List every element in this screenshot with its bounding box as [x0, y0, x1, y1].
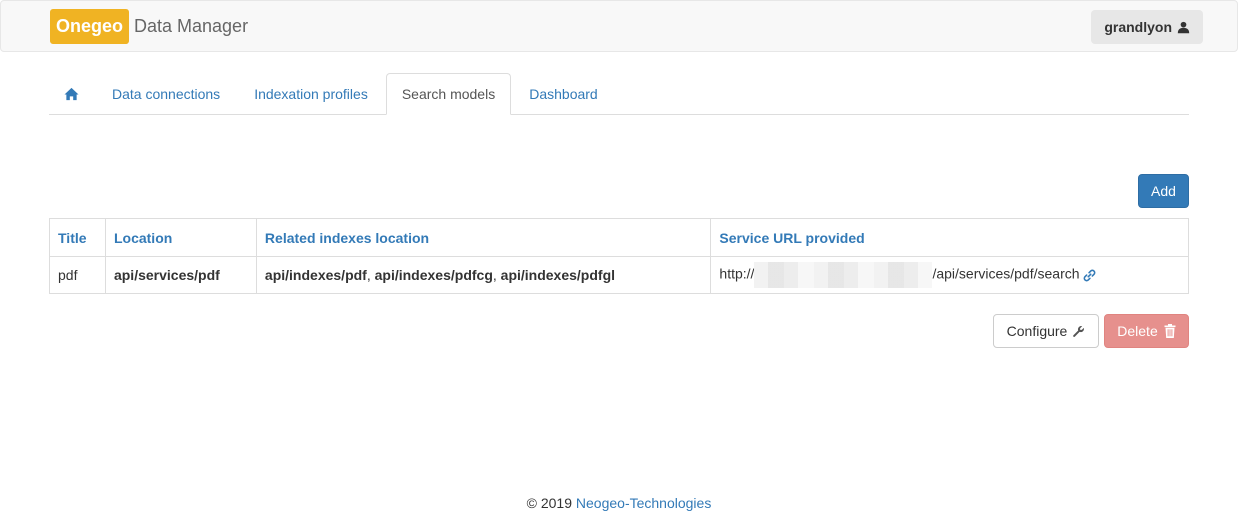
- user-icon: [1177, 21, 1190, 33]
- column-header-service-url[interactable]: Service URL provided: [710, 218, 1189, 257]
- column-header-location[interactable]: Location: [104, 218, 257, 257]
- configure-button[interactable]: Configure: [993, 314, 1099, 348]
- main-tabs: Data connections Indexation profiles Sea…: [49, 73, 1189, 115]
- url-prefix: http://: [719, 265, 755, 282]
- delete-label: Delete: [1117, 323, 1158, 339]
- footer: © 2019 Neogeo-Technologies: [0, 495, 1238, 511]
- redacted-host: [754, 262, 933, 288]
- user-menu-button[interactable]: grandlyon: [1091, 10, 1203, 44]
- related-separator: ,: [366, 267, 375, 283]
- tab-indexation-profiles[interactable]: Indexation profiles: [238, 73, 384, 115]
- related-index: api/indexes/pdf: [264, 267, 367, 283]
- table-header-row: Title Location Related indexes location …: [49, 218, 1189, 257]
- related-index: api/indexes/pdfcg: [374, 267, 493, 283]
- brand-title[interactable]: Data Manager: [134, 9, 248, 44]
- tab-data-connections[interactable]: Data connections: [96, 73, 236, 115]
- cell-service-url: http:// /api/services/pdf/search: [710, 256, 1189, 294]
- cell-location: api/services/pdf: [104, 256, 257, 294]
- user-name: grandlyon: [1104, 19, 1172, 35]
- wrench-icon: [1073, 325, 1085, 337]
- delete-button[interactable]: Delete: [1104, 314, 1189, 348]
- column-header-related-indexes[interactable]: Related indexes location: [255, 218, 712, 257]
- trash-icon: [1164, 324, 1176, 338]
- tab-home[interactable]: [49, 73, 94, 115]
- add-button[interactable]: Add: [1138, 174, 1189, 208]
- navbar: Onegeo Data Manager grandlyon: [0, 0, 1238, 52]
- footer-copyright: © 2019: [526, 495, 573, 511]
- brand-badge[interactable]: Onegeo: [50, 9, 130, 44]
- table-row[interactable]: pdf api/services/pdf api/indexes/pdf, ap…: [49, 256, 1189, 294]
- tab-dashboard[interactable]: Dashboard: [513, 73, 614, 115]
- home-icon: [64, 87, 79, 101]
- related-index: api/indexes/pdfgl: [500, 267, 616, 283]
- related-separator: ,: [492, 267, 501, 283]
- url-suffix: /api/services/pdf/search: [932, 265, 1080, 282]
- search-models-table: Title Location Related indexes location …: [49, 218, 1189, 294]
- cell-title: pdf: [49, 256, 106, 294]
- configure-label: Configure: [1006, 323, 1068, 339]
- link-icon[interactable]: [1083, 269, 1096, 282]
- tab-search-models[interactable]: Search models: [385, 73, 512, 115]
- cell-related-indexes: api/indexes/pdf, api/indexes/pdfcg, api/…: [255, 256, 712, 294]
- footer-company-link[interactable]: Neogeo-Technologies: [576, 495, 711, 511]
- column-header-title[interactable]: Title: [49, 218, 106, 257]
